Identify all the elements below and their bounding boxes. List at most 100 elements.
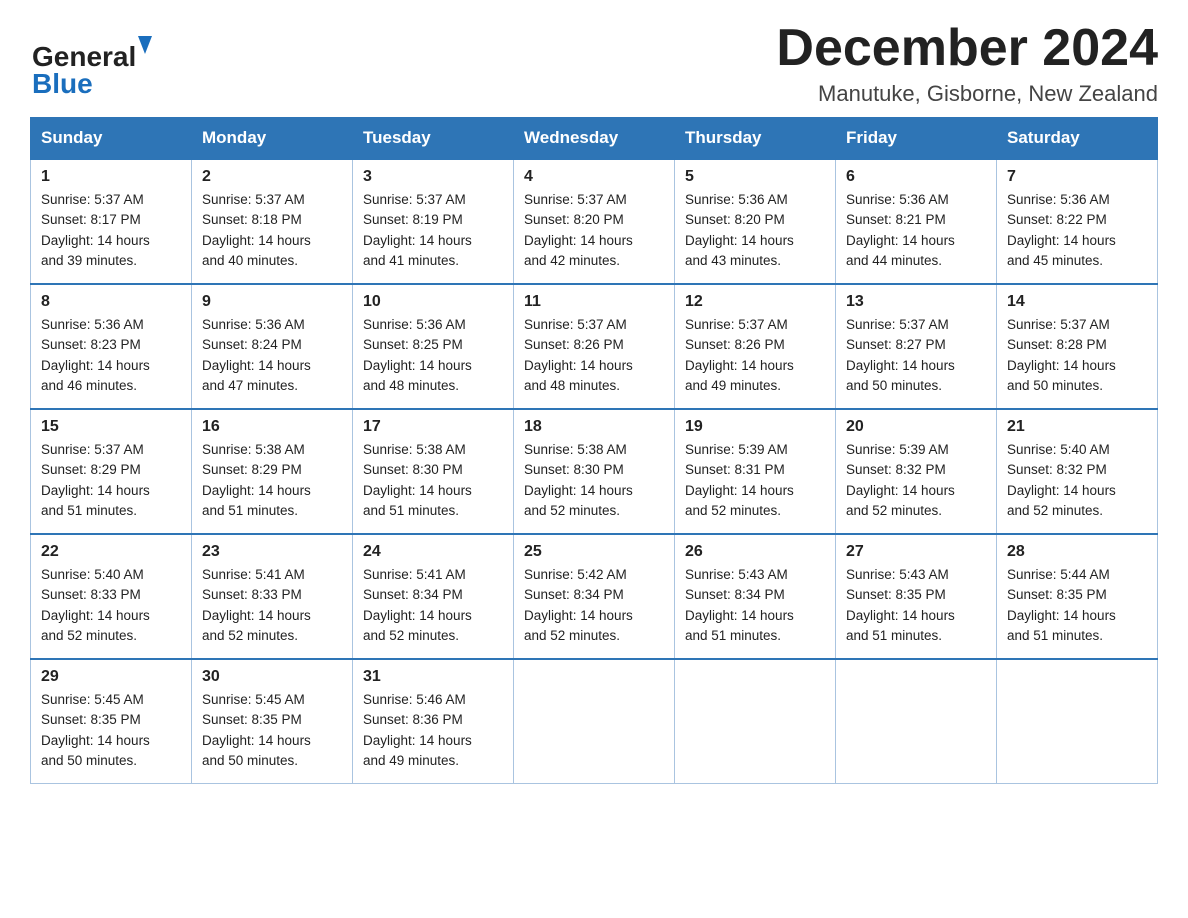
day-number: 23	[202, 543, 342, 561]
day-info: Sunrise: 5:45 AMSunset: 8:35 PMDaylight:…	[41, 690, 181, 771]
col-tuesday: Tuesday	[353, 118, 514, 160]
day-number: 31	[363, 668, 503, 686]
day-info: Sunrise: 5:36 AMSunset: 8:20 PMDaylight:…	[685, 190, 825, 271]
week-row-1: 1 Sunrise: 5:37 AMSunset: 8:17 PMDaylight…	[31, 159, 1158, 284]
week-row-2: 8 Sunrise: 5:36 AMSunset: 8:23 PMDaylight…	[31, 284, 1158, 409]
table-row: 2Sunrise: 5:37 AMSunset: 8:18 PMDaylight…	[192, 159, 353, 284]
day-number: 20	[846, 418, 986, 436]
table-row: 16 Sunrise: 5:38 AMSunset: 8:29 PMDayligh…	[192, 409, 353, 534]
day-info: Sunrise: 5:36 AMSunset: 8:23 PMDaylight:…	[41, 315, 181, 396]
day-number: 1	[41, 168, 181, 186]
day-number: 18	[524, 418, 664, 436]
day-number: 16	[202, 418, 342, 436]
day-info: Sunrise: 5:44 AMSunset: 8:35 PMDaylight:…	[1007, 565, 1147, 646]
day-number: 26	[685, 543, 825, 561]
col-wednesday: Wednesday	[514, 118, 675, 160]
table-row: 14 Sunrise: 5:37 AMSunset: 8:28 PMDayligh…	[997, 284, 1158, 409]
table-row: 11 Sunrise: 5:37 AMSunset: 8:26 PMDayligh…	[514, 284, 675, 409]
table-row: 23 Sunrise: 5:41 AMSunset: 8:33 PMDayligh…	[192, 534, 353, 659]
table-row: 9 Sunrise: 5:36 AMSunset: 8:24 PMDaylight…	[192, 284, 353, 409]
day-info: Sunrise: 5:37 AMSunset: 8:19 PMDaylight:…	[363, 190, 503, 271]
day-info: Sunrise: 5:41 AMSunset: 8:33 PMDaylight:…	[202, 565, 342, 646]
day-info: Sunrise: 5:41 AMSunset: 8:34 PMDaylight:…	[363, 565, 503, 646]
header: General Blue December 2024 Manutuke, Gis…	[30, 20, 1158, 107]
day-number: 24	[363, 543, 503, 561]
week-row-5: 29 Sunrise: 5:45 AMSunset: 8:35 PMDayligh…	[31, 659, 1158, 784]
table-row: 3 Sunrise: 5:37 AMSunset: 8:19 PMDaylight…	[353, 159, 514, 284]
table-row: 5Sunrise: 5:36 AMSunset: 8:20 PMDaylight…	[675, 159, 836, 284]
day-number: 11	[524, 293, 664, 311]
table-row: 13 Sunrise: 5:37 AMSunset: 8:27 PMDayligh…	[836, 284, 997, 409]
day-info: Sunrise: 5:43 AMSunset: 8:35 PMDaylight:…	[846, 565, 986, 646]
day-info: Sunrise: 5:36 AMSunset: 8:21 PMDaylight:…	[846, 190, 986, 271]
day-info: Sunrise: 5:37 AMSunset: 8:26 PMDaylight:…	[524, 315, 664, 396]
table-row: 28 Sunrise: 5:44 AMSunset: 8:35 PMDayligh…	[997, 534, 1158, 659]
day-number: 21	[1007, 418, 1147, 436]
day-number: 27	[846, 543, 986, 561]
day-info: Sunrise: 5:37 AMSunset: 8:18 PMDaylight:…	[202, 190, 342, 271]
table-row: 8 Sunrise: 5:36 AMSunset: 8:23 PMDaylight…	[31, 284, 192, 409]
table-row: 12Sunrise: 5:37 AMSunset: 8:26 PMDayligh…	[675, 284, 836, 409]
table-row: 7 Sunrise: 5:36 AMSunset: 8:22 PMDaylight…	[997, 159, 1158, 284]
table-row: 22 Sunrise: 5:40 AMSunset: 8:33 PMDayligh…	[31, 534, 192, 659]
week-row-4: 22 Sunrise: 5:40 AMSunset: 8:33 PMDayligh…	[31, 534, 1158, 659]
table-row: 25Sunrise: 5:42 AMSunset: 8:34 PMDayligh…	[514, 534, 675, 659]
table-row: 19 Sunrise: 5:39 AMSunset: 8:31 PMDayligh…	[675, 409, 836, 534]
day-number: 9	[202, 293, 342, 311]
day-number: 8	[41, 293, 181, 311]
day-info: Sunrise: 5:37 AMSunset: 8:28 PMDaylight:…	[1007, 315, 1147, 396]
col-thursday: Thursday	[675, 118, 836, 160]
col-saturday: Saturday	[997, 118, 1158, 160]
day-number: 15	[41, 418, 181, 436]
day-info: Sunrise: 5:37 AMSunset: 8:29 PMDaylight:…	[41, 440, 181, 521]
table-row	[675, 659, 836, 784]
table-row: 4Sunrise: 5:37 AMSunset: 8:20 PMDaylight…	[514, 159, 675, 284]
day-number: 7	[1007, 168, 1147, 186]
day-number: 14	[1007, 293, 1147, 311]
col-friday: Friday	[836, 118, 997, 160]
day-info: Sunrise: 5:37 AMSunset: 8:26 PMDaylight:…	[685, 315, 825, 396]
day-info: Sunrise: 5:36 AMSunset: 8:24 PMDaylight:…	[202, 315, 342, 396]
day-info: Sunrise: 5:36 AMSunset: 8:25 PMDaylight:…	[363, 315, 503, 396]
generalblue-logo: General Blue	[30, 28, 160, 98]
day-number: 22	[41, 543, 181, 561]
title-area: December 2024 Manutuke, Gisborne, New Ze…	[776, 20, 1158, 107]
table-row: 10Sunrise: 5:36 AMSunset: 8:25 PMDayligh…	[353, 284, 514, 409]
day-number: 29	[41, 668, 181, 686]
logo-area: General Blue	[30, 20, 160, 98]
calendar-table: Sunday Monday Tuesday Wednesday Thursday…	[30, 117, 1158, 784]
day-info: Sunrise: 5:38 AMSunset: 8:30 PMDaylight:…	[524, 440, 664, 521]
day-info: Sunrise: 5:40 AMSunset: 8:33 PMDaylight:…	[41, 565, 181, 646]
table-row	[997, 659, 1158, 784]
svg-text:Blue: Blue	[32, 68, 93, 98]
day-number: 25	[524, 543, 664, 561]
table-row: 26 Sunrise: 5:43 AMSunset: 8:34 PMDayligh…	[675, 534, 836, 659]
day-info: Sunrise: 5:36 AMSunset: 8:22 PMDaylight:…	[1007, 190, 1147, 271]
day-number: 30	[202, 668, 342, 686]
day-info: Sunrise: 5:45 AMSunset: 8:35 PMDaylight:…	[202, 690, 342, 771]
table-row	[514, 659, 675, 784]
table-row: 17Sunrise: 5:38 AMSunset: 8:30 PMDayligh…	[353, 409, 514, 534]
day-number: 28	[1007, 543, 1147, 561]
day-info: Sunrise: 5:37 AMSunset: 8:17 PMDaylight:…	[41, 190, 181, 271]
day-info: Sunrise: 5:38 AMSunset: 8:29 PMDaylight:…	[202, 440, 342, 521]
day-info: Sunrise: 5:37 AMSunset: 8:20 PMDaylight:…	[524, 190, 664, 271]
day-number: 19	[685, 418, 825, 436]
day-info: Sunrise: 5:46 AMSunset: 8:36 PMDaylight:…	[363, 690, 503, 771]
col-monday: Monday	[192, 118, 353, 160]
table-row	[836, 659, 997, 784]
table-row: 20Sunrise: 5:39 AMSunset: 8:32 PMDayligh…	[836, 409, 997, 534]
table-row: 1 Sunrise: 5:37 AMSunset: 8:17 PMDaylight…	[31, 159, 192, 284]
location-title: Manutuke, Gisborne, New Zealand	[776, 81, 1158, 107]
day-info: Sunrise: 5:37 AMSunset: 8:27 PMDaylight:…	[846, 315, 986, 396]
day-number: 6	[846, 168, 986, 186]
day-info: Sunrise: 5:39 AMSunset: 8:31 PMDaylight:…	[685, 440, 825, 521]
table-row: 24 Sunrise: 5:41 AMSunset: 8:34 PMDayligh…	[353, 534, 514, 659]
col-sunday: Sunday	[31, 118, 192, 160]
table-row: 6 Sunrise: 5:36 AMSunset: 8:21 PMDaylight…	[836, 159, 997, 284]
day-number: 13	[846, 293, 986, 311]
day-number: 3	[363, 168, 503, 186]
table-row: 27 Sunrise: 5:43 AMSunset: 8:35 PMDayligh…	[836, 534, 997, 659]
day-info: Sunrise: 5:43 AMSunset: 8:34 PMDaylight:…	[685, 565, 825, 646]
table-row: 15 Sunrise: 5:37 AMSunset: 8:29 PMDayligh…	[31, 409, 192, 534]
